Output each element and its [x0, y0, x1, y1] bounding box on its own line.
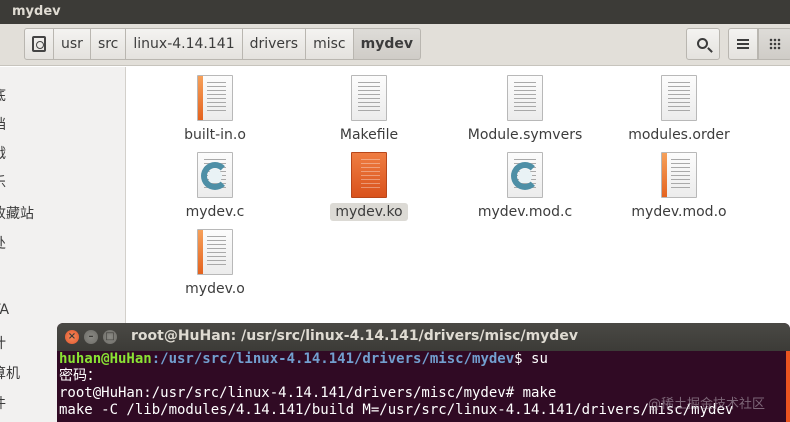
file-item[interactable]: mydev.mod.o	[604, 152, 754, 221]
file-name: modules.order	[628, 127, 730, 143]
text-file-icon	[507, 75, 543, 121]
prompt-command: $ su	[514, 351, 548, 367]
sidebar-item[interactable]: 底	[0, 85, 6, 105]
file-item[interactable]: built-in.o	[140, 75, 290, 144]
sidebar-item[interactable]: 算机	[0, 363, 20, 383]
terminal-line: 密码：	[59, 368, 101, 384]
terminal-title: root@HuHan: /usr/src/linux-4.14.141/driv…	[131, 328, 578, 344]
file-name: built-in.o	[184, 127, 246, 143]
prompt-path: :/usr/src/linux-4.14.141/drivers/misc/my…	[151, 351, 515, 367]
file-name: mydev.o	[185, 281, 245, 297]
file-name: mydev.ko	[330, 203, 408, 221]
text-file-icon	[661, 75, 697, 121]
c-source-icon	[197, 152, 233, 198]
sidebar-item[interactable]: 档	[0, 114, 6, 134]
file-item[interactable]: mydev.mod.c	[450, 152, 600, 221]
list-view-button[interactable]	[728, 28, 758, 60]
close-icon[interactable]: ×	[65, 330, 79, 344]
file-name: Makefile	[339, 127, 399, 143]
search-icon	[696, 37, 708, 49]
breadcrumb-linux[interactable]: linux-4.14.141	[126, 28, 243, 60]
terminal-output[interactable]: huhan@HuHan:/usr/src/linux-4.14.141/driv…	[59, 351, 733, 419]
file-name: mydev.mod.c	[477, 204, 573, 220]
window-titlebar: mydev	[0, 0, 790, 24]
grid-view-button[interactable]	[758, 28, 790, 60]
sidebar-item[interactable]: 计	[0, 333, 6, 353]
watermark: @稀土掘金技术社区	[648, 397, 766, 412]
sidebar-item[interactable]: 收藏站	[0, 203, 34, 223]
file-item[interactable]: modules.order	[604, 75, 754, 144]
object-file-icon	[197, 75, 233, 121]
file-item[interactable]: Makefile	[294, 75, 444, 144]
breadcrumb-misc[interactable]: misc	[306, 28, 354, 60]
terminal-line: make -C /lib/modules/4.14.141/build M=/u…	[59, 402, 734, 418]
terminal-line: root@HuHan:/usr/src/linux-4.14.141/drive…	[59, 385, 557, 401]
terminal-scroll-indicator	[786, 351, 790, 422]
minimize-icon[interactable]: –	[84, 330, 98, 344]
grid-view-icon	[769, 38, 781, 50]
file-item-selected[interactable]: mydev.ko	[294, 152, 444, 221]
search-button[interactable]	[686, 28, 720, 60]
maximize-icon[interactable]: □	[103, 330, 117, 344]
breadcrumb-src[interactable]: src	[90, 28, 127, 60]
object-file-icon	[197, 229, 233, 275]
terminal-titlebar[interactable]: × – □ root@HuHan: /usr/src/linux-4.14.14…	[57, 323, 790, 351]
sidebar-item[interactable]: TA	[0, 302, 9, 318]
breadcrumb-usr[interactable]: usr	[54, 28, 91, 60]
file-name: Module.symvers	[467, 127, 583, 143]
file-item[interactable]: mydev.c	[140, 152, 290, 221]
file-name: mydev.mod.o	[631, 204, 727, 220]
kernel-module-icon	[351, 152, 387, 198]
text-file-icon	[351, 75, 387, 121]
sidebar-item[interactable]: 件	[0, 393, 6, 413]
breadcrumb-mydev[interactable]: mydev	[353, 28, 421, 60]
breadcrumb-drivers[interactable]: drivers	[242, 28, 307, 60]
file-item[interactable]: Module.symvers	[450, 75, 600, 144]
window-title: mydev	[12, 4, 61, 19]
prompt-user: huhan@HuHan	[59, 351, 152, 367]
sidebar-item[interactable]: 处	[0, 233, 6, 253]
toolbar: usr src linux-4.14.141 drivers misc myde…	[0, 24, 790, 66]
file-name: mydev.c	[185, 204, 245, 220]
object-file-icon	[661, 152, 697, 198]
c-source-icon	[507, 152, 543, 198]
sidebar-item[interactable]: 戳	[0, 143, 6, 163]
drive-icon	[32, 36, 46, 52]
sidebar-item[interactable]: 乐	[0, 172, 6, 192]
list-view-icon	[737, 39, 749, 49]
breadcrumb-root-drive[interactable]	[24, 28, 54, 60]
file-item[interactable]: mydev.o	[140, 229, 290, 298]
breadcrumb: usr src linux-4.14.141 drivers misc myde…	[24, 28, 421, 60]
